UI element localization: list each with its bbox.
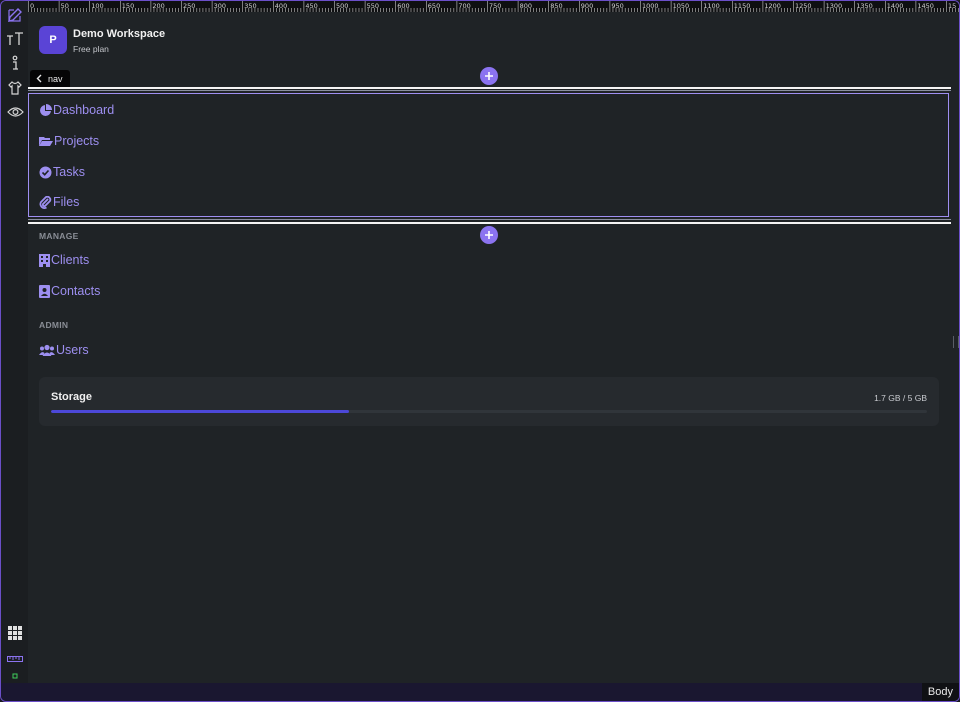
- nav-item-projects[interactable]: Projects: [39, 131, 99, 151]
- ruler-label: 800: [520, 2, 532, 10]
- chevron-left-icon: [36, 74, 42, 83]
- address-card-icon: [39, 284, 50, 298]
- ruler-label: 500: [336, 2, 348, 10]
- section-heading-admin: ADMIN: [39, 320, 69, 330]
- grid-icon[interactable]: [6, 624, 24, 642]
- ruler-label: 450: [305, 2, 317, 10]
- ruler-label: 1450: [917, 2, 934, 10]
- nav-selection-box: [28, 93, 949, 217]
- nav-item-label: Files: [53, 195, 80, 209]
- ruler-label: 50: [61, 2, 69, 10]
- workspace-avatar[interactable]: P: [39, 26, 67, 54]
- resize-handle[interactable]: [953, 336, 959, 348]
- ruler-label: 400: [275, 2, 287, 10]
- status-bar: Body: [1, 683, 959, 701]
- nav-item-label: Tasks: [53, 165, 85, 179]
- storage-card: Storage 1.7 GB / 5 GB: [39, 377, 939, 426]
- nav-item-files[interactable]: Files: [39, 192, 79, 212]
- nav-item-dashboard[interactable]: Dashboard: [39, 100, 114, 120]
- ruler-icon[interactable]: [6, 649, 24, 667]
- storage-progress-track: [51, 410, 927, 413]
- selection-bottom-outline: [28, 222, 951, 224]
- building-icon: [39, 253, 50, 267]
- nav-item-label: Dashboard: [53, 103, 115, 117]
- ruler-label: 650: [428, 2, 440, 10]
- ruler-label: 350: [244, 2, 256, 10]
- selected-element-label[interactable]: Body: [921, 683, 959, 701]
- ruler-label: 1250: [795, 2, 812, 10]
- storage-title: Storage: [51, 391, 92, 403]
- ruler-label: 1150: [734, 2, 751, 10]
- shirt-icon[interactable]: [6, 79, 24, 97]
- ruler-label: 600: [397, 2, 409, 10]
- editor-frame: 0 50 100 150 200 250 300 350 400 450 500 550 600 650 7…: [0, 0, 960, 702]
- workspace-name: Demo Workspace: [73, 28, 166, 40]
- add-element-below-button[interactable]: [480, 226, 498, 244]
- ruler-label: 550: [367, 2, 379, 10]
- ruler-label: 700: [458, 2, 470, 10]
- users-icon: [39, 344, 55, 356]
- ruler-label: 200: [152, 2, 164, 10]
- ruler-label: 1200: [764, 2, 781, 10]
- ruler-label: 850: [550, 2, 562, 10]
- add-element-above-button[interactable]: [480, 67, 498, 85]
- plus-icon: [485, 231, 493, 239]
- ruler-label: 250: [183, 2, 195, 10]
- nav-item-label: Clients: [51, 253, 90, 267]
- ruler-label: 950: [611, 2, 623, 10]
- ruler-label: 900: [581, 2, 593, 10]
- pencil-edit-icon[interactable]: [6, 6, 24, 24]
- check-circle-icon: [39, 166, 52, 178]
- nav-item-clients[interactable]: Clients: [39, 250, 89, 270]
- ruler-label: 1300: [826, 2, 843, 10]
- ruler-label: 1050: [673, 2, 690, 10]
- ruler-label: 0: [30, 2, 34, 10]
- plus-icon: [485, 72, 493, 80]
- folder-open-icon: [39, 137, 53, 146]
- nav-item-label: Projects: [54, 134, 100, 148]
- ruler-label: 1000: [642, 2, 659, 10]
- selection-top-outline: [28, 87, 951, 89]
- section-heading-manage: MANAGE: [39, 231, 79, 241]
- nav-item-label: Contacts: [51, 284, 101, 298]
- ruler-label: 1100: [703, 2, 720, 10]
- selection-bottom-guide: [28, 219, 951, 220]
- storage-usage-text: 1.7 GB / 5 GB: [874, 393, 927, 403]
- nav-item-label: Users: [56, 343, 89, 357]
- pie-chart-icon: [40, 103, 52, 116]
- ruler-label: 100: [91, 2, 103, 10]
- horizontal-ruler: 0 50 100 150 200 250 300 350 400 450 500 550 600 650 7…: [28, 1, 959, 12]
- ruler-label: 300: [214, 2, 226, 10]
- nav-item-contacts[interactable]: Contacts: [39, 281, 100, 301]
- storage-progress-fill: [51, 410, 349, 413]
- tool-strip: [1, 1, 29, 683]
- nav-item-users[interactable]: Users: [39, 340, 89, 360]
- workspace-plan: Free plan: [73, 44, 109, 54]
- text-format-icon[interactable]: [6, 30, 24, 48]
- ruler-label: 750: [489, 2, 501, 10]
- info-icon[interactable]: [6, 54, 24, 72]
- ruler-label: 150: [122, 2, 134, 10]
- ruler-label: 1400: [887, 2, 904, 10]
- selection-top-guide: [28, 90, 951, 91]
- page-canvas: P Demo Workspace Free plan nav Dashboard…: [28, 12, 951, 683]
- nav-item-tasks[interactable]: Tasks: [39, 162, 85, 182]
- nav-element-tag[interactable]: nav: [30, 70, 70, 87]
- eye-icon[interactable]: [6, 103, 24, 121]
- nav-tag-label: nav: [48, 73, 63, 84]
- ruler-label: 1350: [856, 2, 873, 10]
- ruler-label: 15: [948, 2, 956, 10]
- paperclip-icon: [39, 195, 52, 209]
